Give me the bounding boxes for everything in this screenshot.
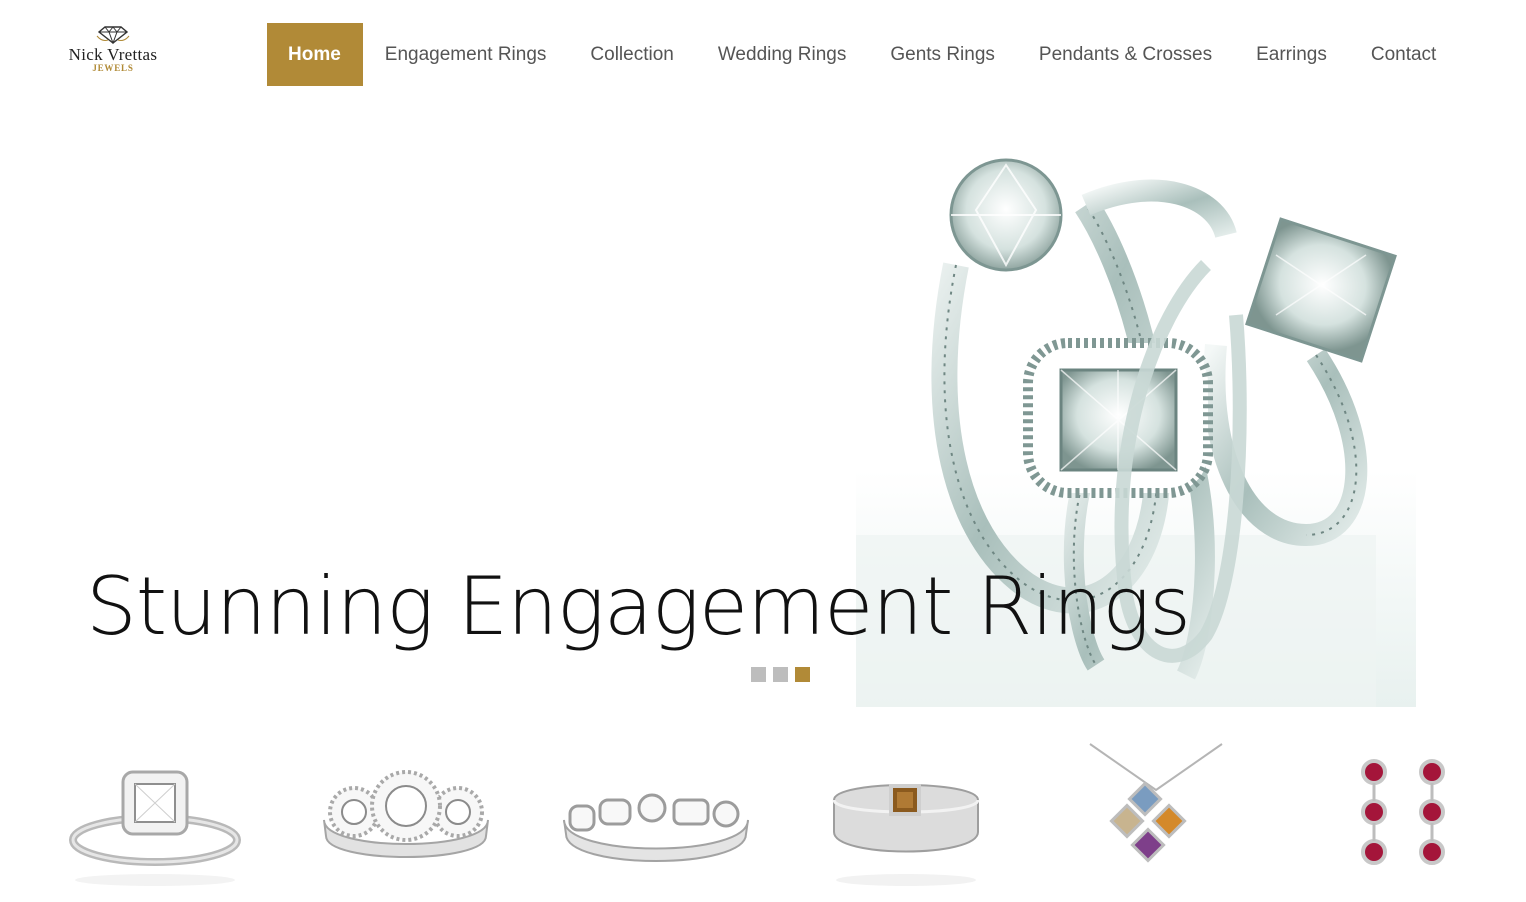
nav-item-wedding-rings[interactable]: Wedding Rings	[696, 23, 869, 86]
product-three-stone-ring[interactable]	[316, 740, 496, 890]
slider-dot-2[interactable]	[773, 667, 788, 682]
main-nav: Home Engagement Rings Collection Wedding…	[267, 23, 1458, 86]
slider-dots	[751, 667, 810, 682]
product-bezel-set-band[interactable]	[560, 740, 752, 890]
nav-item-earrings[interactable]: Earrings	[1234, 23, 1349, 86]
slider-dot-1[interactable]	[751, 667, 766, 682]
logo-name: Nick Vrettas	[68, 45, 158, 64]
product-gents-ring[interactable]	[830, 740, 982, 890]
hero-title: Stunning Engagement Rings	[86, 560, 1191, 653]
product-ruby-earrings[interactable]	[1356, 740, 1452, 890]
product-pendant[interactable]	[1086, 740, 1226, 890]
nav-item-contact[interactable]: Contact	[1349, 23, 1458, 86]
product-halo-engagement-ring[interactable]	[68, 740, 243, 890]
product-strip	[60, 740, 1470, 890]
slider-dot-3[interactable]	[795, 667, 810, 682]
nav-item-pendants-crosses[interactable]: Pendants & Crosses	[1017, 23, 1234, 86]
diamond-icon	[96, 26, 130, 44]
nav-item-engagement-rings[interactable]: Engagement Rings	[363, 23, 569, 86]
site-logo[interactable]: Nick Vrettas JEWELS	[58, 24, 168, 82]
nav-item-gents-rings[interactable]: Gents Rings	[868, 23, 1017, 86]
nav-item-collection[interactable]: Collection	[568, 23, 695, 86]
nav-item-home[interactable]: Home	[267, 23, 363, 86]
